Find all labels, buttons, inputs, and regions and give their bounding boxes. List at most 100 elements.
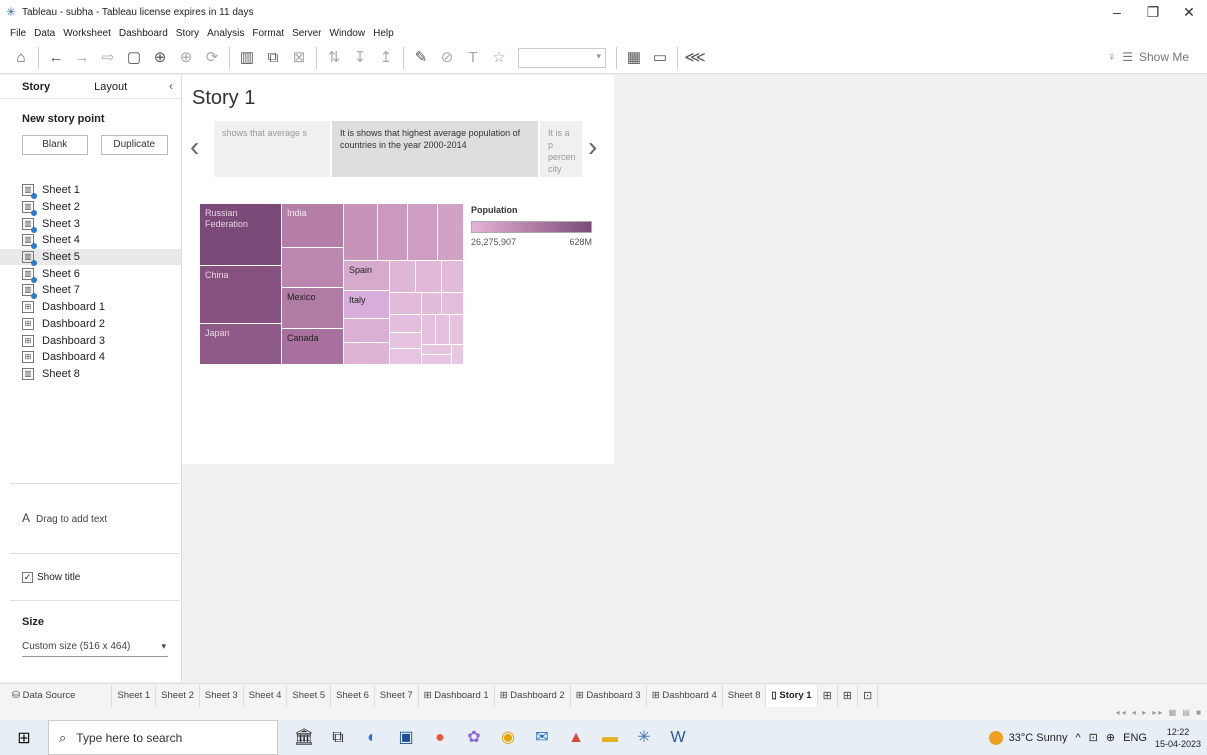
- treemap-cell[interactable]: Japan: [200, 324, 282, 365]
- show-title-checkbox[interactable]: ✓ Show title: [22, 572, 80, 583]
- list-item[interactable]: ▥ Sheet 1: [0, 182, 181, 200]
- treemap-cell[interactable]: [442, 293, 464, 315]
- redo-icon[interactable]: ⇨: [95, 45, 121, 71]
- treemap-cell[interactable]: [422, 355, 452, 365]
- chevron-right-icon[interactable]: ›: [588, 131, 597, 163]
- tab-navigation-icons[interactable]: ◂◂ ◂ ▸ ▸▸ ▦ ▤ ■: [1116, 708, 1203, 717]
- drag-to-add-text[interactable]: A Drag to add text: [22, 511, 107, 525]
- menu-file[interactable]: File: [10, 28, 26, 39]
- new-dashboard-tab-icon[interactable]: ⊞: [838, 684, 859, 707]
- size-select[interactable]: Custom size (516 x 464): [22, 641, 168, 657]
- treemap-cell[interactable]: [390, 315, 422, 333]
- treemap-cell[interactable]: Russian Federation: [200, 204, 282, 266]
- language-indicator[interactable]: ENG: [1123, 732, 1147, 744]
- chrome-icon[interactable]: ◉: [492, 723, 524, 753]
- chevron-left-icon[interactable]: ‹: [190, 131, 199, 163]
- fit-select[interactable]: [518, 47, 606, 68]
- menu-data[interactable]: Data: [34, 28, 55, 39]
- menu-server[interactable]: Server: [292, 28, 321, 39]
- treemap-cell[interactable]: India: [282, 204, 344, 248]
- tab-dashboard-3[interactable]: ⊞ Dashboard 3: [571, 684, 647, 707]
- list-item[interactable]: ▥ Sheet 5: [0, 248, 181, 267]
- treemap-cell[interactable]: Italy: [344, 291, 390, 319]
- list-item[interactable]: ⊞ Dashboard 3: [0, 332, 181, 349]
- menu-analysis[interactable]: Analysis: [207, 28, 244, 39]
- restore-button[interactable]: ❐: [1135, 0, 1171, 24]
- firefox-icon[interactable]: ●: [424, 723, 456, 753]
- show-me-button[interactable]: ♀ ☰ Show Me: [1107, 50, 1189, 64]
- menu-story[interactable]: Story: [176, 28, 199, 39]
- treemap-cell[interactable]: Canada: [282, 329, 344, 365]
- tab-sheet-2[interactable]: Sheet 2: [156, 684, 200, 707]
- treemap-cell[interactable]: Spain: [344, 261, 390, 291]
- treemap-cell[interactable]: [408, 204, 438, 261]
- new-datasource-icon[interactable]: ⊕: [147, 45, 173, 71]
- comment-icon[interactable]: ♀: [1107, 50, 1116, 64]
- taskbar-clock[interactable]: 12:22 15-04-2023: [1155, 726, 1201, 750]
- tab-sheet-1[interactable]: Sheet 1: [112, 684, 157, 707]
- store-icon[interactable]: ▣: [390, 723, 422, 753]
- treemap-cell[interactable]: [422, 293, 442, 315]
- menu-format[interactable]: Format: [252, 28, 284, 39]
- treemap-cell[interactable]: China: [200, 266, 282, 324]
- treemap-cell[interactable]: [422, 315, 436, 345]
- new-worksheet-icon[interactable]: ▥: [234, 45, 260, 71]
- treemap-cell[interactable]: [378, 204, 408, 261]
- treemap-cell[interactable]: [344, 204, 378, 261]
- clear-sheet-icon[interactable]: ⊠: [286, 45, 312, 71]
- list-item[interactable]: ▥ Sheet 3: [0, 215, 181, 233]
- mail-icon[interactable]: ✉: [526, 723, 558, 753]
- presentation-icon[interactable]: ▭: [647, 45, 673, 71]
- treemap-cell[interactable]: [344, 343, 390, 365]
- tab-story[interactable]: Story: [0, 81, 72, 93]
- treemap-cell[interactable]: [422, 345, 452, 355]
- sort-asc-icon[interactable]: ↧: [347, 45, 373, 71]
- refresh-icon[interactable]: ⟳: [199, 45, 225, 71]
- word-icon[interactable]: W: [662, 723, 694, 753]
- tab-dashboard-2[interactable]: ⊞ Dashboard 2: [495, 684, 571, 707]
- treemap-cell[interactable]: [442, 261, 464, 293]
- blank-button[interactable]: Blank: [22, 135, 88, 155]
- network-icon[interactable]: ⊡: [1089, 731, 1098, 744]
- group-icon[interactable]: ⊘: [434, 45, 460, 71]
- list-item[interactable]: ▥ Sheet 6: [0, 265, 181, 283]
- tableau-taskbar-icon[interactable]: ✳: [628, 723, 660, 753]
- treemap-cell[interactable]: [438, 204, 464, 261]
- tab-sheet-3[interactable]: Sheet 3: [200, 684, 244, 707]
- sort-desc-icon[interactable]: ↥: [373, 45, 399, 71]
- collapse-icon[interactable]: ‹: [169, 79, 173, 93]
- tab-sheet-6[interactable]: Sheet 6: [331, 684, 375, 707]
- pin-icon[interactable]: ☆: [486, 45, 512, 71]
- tab-story-1[interactable]: ▯ Story 1: [766, 684, 818, 707]
- tab-sheet-8[interactable]: Sheet 8: [723, 684, 767, 707]
- office-icon[interactable]: ▲: [560, 723, 592, 753]
- treemap-cell[interactable]: [344, 319, 390, 343]
- list-item[interactable]: ▥ Sheet 7: [0, 282, 181, 300]
- paint-icon[interactable]: ✿: [458, 723, 490, 753]
- taskbar-search[interactable]: ⌕ Type here to search: [48, 720, 278, 755]
- treemap-cell[interactable]: [390, 333, 422, 349]
- duplicate-button[interactable]: Duplicate: [100, 135, 168, 155]
- treemap-cell[interactable]: [450, 315, 464, 345]
- list-item[interactable]: ▥ Sheet 8: [0, 366, 181, 383]
- close-button[interactable]: ✕: [1171, 0, 1207, 24]
- swap-icon[interactable]: ⇅: [321, 45, 347, 71]
- volume-icon[interactable]: ⊕: [1106, 731, 1115, 744]
- tab-layout[interactable]: Layout: [72, 81, 149, 93]
- share-icon[interactable]: ⋘: [682, 45, 708, 71]
- home-icon[interactable]: ⌂: [8, 45, 34, 71]
- tab-sheet-7[interactable]: Sheet 7: [375, 684, 419, 707]
- tab-dashboard-1[interactable]: ⊞ Dashboard 1: [419, 684, 495, 707]
- list-item[interactable]: ▥ Sheet 4: [0, 232, 181, 250]
- treemap-cell[interactable]: [390, 261, 416, 293]
- treemap-cell[interactable]: [416, 261, 442, 293]
- treemap-cell[interactable]: [436, 315, 450, 345]
- task-view-icon[interactable]: ⧉: [322, 723, 354, 753]
- story-point[interactable]: It is a p percen city ora: [540, 121, 582, 177]
- tab-sheet-4[interactable]: Sheet 4: [244, 684, 288, 707]
- chevron-up-icon[interactable]: ^: [1076, 732, 1081, 744]
- highlight-icon[interactable]: ✎: [408, 45, 434, 71]
- edge-browser-icon[interactable]: ◐: [356, 723, 388, 753]
- story-point-active[interactable]: It is shows that highest average populat…: [332, 121, 538, 177]
- treemap-cell[interactable]: Mexico: [282, 288, 344, 329]
